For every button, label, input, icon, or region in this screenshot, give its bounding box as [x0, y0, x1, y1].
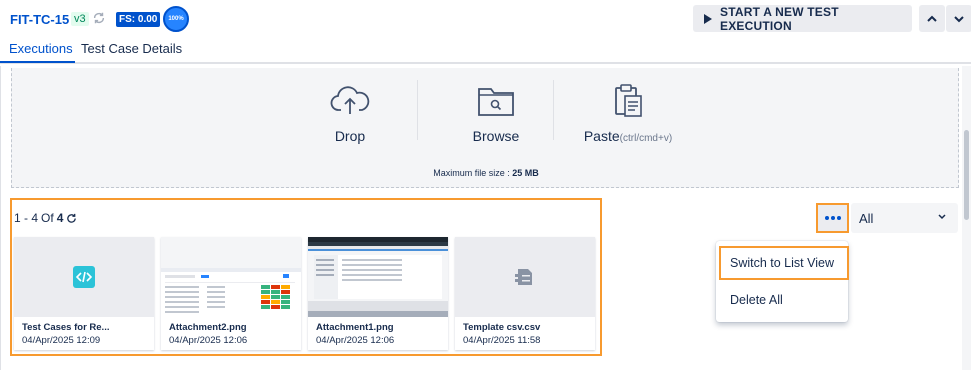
sync-icon[interactable]: [92, 11, 106, 25]
browse-option[interactable]: Browse: [453, 84, 539, 144]
paste-option[interactable]: Paste(ctrl/cmd+v): [572, 84, 684, 144]
more-dot-icon: [836, 216, 841, 220]
total-count: 4: [56, 211, 64, 225]
progress-indicator: 100%: [163, 6, 189, 32]
clipboard-icon: [615, 84, 642, 117]
fs-badge: FS: 0.00: [116, 12, 161, 27]
chevron-down-icon[interactable]: [938, 213, 946, 221]
switch-to-list-view-highlight: [719, 246, 849, 280]
generic-file-icon: [515, 269, 532, 285]
delete-all-item[interactable]: Delete All: [716, 288, 848, 312]
attachment-thumbnail[interactable]: [308, 237, 448, 317]
max-file-size: Maximum file size : 25 MB: [12, 168, 960, 178]
upload-dropzone[interactable]: Drop Browse Paste(ctrl/cmd+v) Maximum fi…: [11, 68, 959, 188]
attachment-card[interactable]: Test Cases for Re... 04/Apr/2025 12:09: [14, 237, 154, 350]
more-dot-icon: [824, 216, 829, 220]
browse-label: Browse: [472, 128, 520, 144]
attachment-name: Template csv.csv: [463, 322, 541, 333]
start-new-test-execution-button[interactable]: START A NEW TEST EXECUTION: [693, 4, 912, 33]
screenshot-dark-preview-icon: [308, 237, 448, 317]
max-file-size-prefix: Maximum file size :: [433, 168, 513, 178]
attachment-date: 04/Apr/2025 12:06: [316, 335, 395, 346]
of-text: Of: [41, 211, 54, 225]
max-file-size-value: 25 MB: [512, 168, 539, 178]
attachment-card[interactable]: Template csv.csv 04/Apr/2025 11:58: [455, 237, 595, 350]
attachment-count: 1 - 4 Of 4: [14, 211, 77, 225]
version-badge[interactable]: v3: [71, 12, 89, 26]
tab-test-case-details[interactable]: Test Case Details: [81, 41, 182, 56]
paste-hint: (ctrl/cmd+v): [619, 133, 673, 144]
attachment-name: Attachment2.png: [169, 322, 247, 333]
divider: [553, 80, 554, 140]
cloud-upload-icon: [330, 86, 370, 114]
active-tab-indicator: [0, 61, 75, 63]
attachment-card[interactable]: Attachment2.png 04/Apr/2025 12:06: [161, 237, 301, 350]
chevron-down-icon: [954, 15, 964, 22]
tab-executions[interactable]: Executions: [9, 41, 73, 56]
folder-search-icon: [478, 88, 514, 116]
attachment-date: 04/Apr/2025 12:09: [22, 335, 101, 346]
attachment-date: 04/Apr/2025 12:06: [169, 335, 248, 346]
expand-button[interactable]: [946, 5, 971, 32]
tab-bar: Executions Test Case Details: [0, 38, 971, 64]
divider: [417, 80, 418, 140]
paste-label: Paste: [583, 128, 620, 144]
more-actions-button[interactable]: [816, 203, 849, 233]
attachment-thumbnail[interactable]: [161, 237, 301, 317]
attachment-thumbnail[interactable]: [14, 237, 154, 317]
collapse-button[interactable]: [919, 5, 945, 32]
attachment-card[interactable]: Attachment1.png 04/Apr/2025 12:06: [308, 237, 448, 350]
scrollbar-thumb[interactable]: [964, 130, 969, 220]
screenshot-preview-icon: [161, 237, 301, 317]
paste-label-wrap: Paste(ctrl/cmd+v): [572, 128, 684, 144]
test-case-key[interactable]: FIT-TC-15: [10, 12, 69, 27]
attachment-date: 04/Apr/2025 11:58: [463, 335, 541, 346]
start-button-label: START A NEW TEST EXECUTION: [720, 4, 839, 33]
attachment-thumbnail[interactable]: [455, 237, 595, 317]
chevron-up-icon: [927, 15, 937, 22]
play-icon: [704, 13, 712, 24]
more-dot-icon: [830, 216, 835, 220]
attachment-name: Attachment1.png: [316, 322, 394, 333]
drop-option[interactable]: Drop: [312, 84, 388, 144]
attachment-name: Test Cases for Re...: [22, 322, 110, 333]
code-file-icon: [73, 266, 95, 288]
refresh-icon[interactable]: [66, 213, 77, 224]
header: FIT-TC-15 v3 FS: 0.00 100% START A NEW T…: [0, 0, 971, 38]
drop-label: Drop: [334, 128, 366, 144]
range-text: 1 - 4: [14, 211, 39, 225]
